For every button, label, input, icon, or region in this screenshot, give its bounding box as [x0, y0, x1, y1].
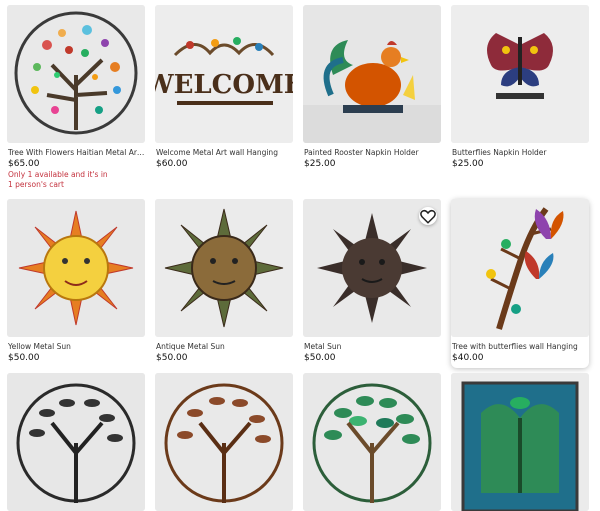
listing-card[interactable] — [7, 373, 145, 511]
listing-grid: Tree With Flowers Haitian Metal Art Wa..… — [0, 0, 600, 511]
listing-image-antique-sun[interactable] — [155, 199, 293, 337]
listing-price: $60.00 — [156, 159, 188, 169]
listing-card[interactable]: Antique Metal Sun $50.00 — [155, 199, 293, 364]
listing-title[interactable]: Tree With Flowers Haitian Metal Art Wa..… — [7, 148, 145, 158]
listing-price: $50.00 — [8, 353, 40, 363]
listing-card[interactable]: Yellow Metal Sun $50.00 — [7, 199, 145, 364]
listing-image-bronze-tree[interactable] — [155, 373, 293, 511]
listing-title[interactable]: Painted Rooster Napkin Holder — [303, 148, 441, 158]
listing-image-dark-sun[interactable] — [303, 199, 441, 337]
welcome-sign-lettering: WELCOME — [155, 70, 293, 100]
listing-image-rooster[interactable] — [303, 5, 441, 143]
listing-price: $65.00 — [8, 159, 40, 169]
listing-image-butterfly[interactable] — [451, 5, 589, 143]
listing-title[interactable]: Metal Sun — [303, 342, 441, 352]
listing-price: $25.00 — [452, 159, 484, 169]
listing-card[interactable]: WELCOME Welcome Metal Art wall Hanging $… — [155, 5, 293, 170]
listing-title[interactable]: Antique Metal Sun — [155, 342, 293, 352]
listing-card-highlighted[interactable]: Tree with butterflies wall Hanging $40.0… — [451, 199, 589, 368]
stock-note-line2: 1 person's cart — [8, 180, 64, 189]
listing-title[interactable]: Welcome Metal Art wall Hanging — [155, 148, 293, 158]
stock-note-line1: Only 1 available and it's in — [8, 170, 108, 179]
listing-image-blue-panel[interactable] — [451, 373, 589, 511]
listing-image-yellow-sun[interactable] — [7, 199, 145, 337]
listing-image-green-tree[interactable] — [303, 373, 441, 511]
listing-title[interactable]: Tree with butterflies wall Hanging — [451, 342, 589, 352]
listing-card[interactable] — [155, 373, 293, 511]
listing-price: $50.00 — [304, 353, 336, 363]
listing-price: $25.00 — [304, 159, 336, 169]
favorite-button[interactable] — [419, 207, 437, 225]
listing-card[interactable]: Tree With Flowers Haitian Metal Art Wa..… — [7, 5, 145, 190]
listing-card[interactable]: Metal Sun $50.00 — [303, 199, 441, 364]
listing-card[interactable]: Painted Rooster Napkin Holder $25.00 — [303, 5, 441, 170]
heart-icon — [420, 209, 436, 224]
listing-title[interactable]: Yellow Metal Sun — [7, 342, 145, 352]
listing-image-dark-tree[interactable] — [7, 373, 145, 511]
listing-title[interactable]: Butterflies Napkin Holder — [451, 148, 589, 158]
listing-card[interactable] — [303, 373, 441, 511]
listing-price: $50.00 — [156, 353, 188, 363]
listing-image-welcome-sign[interactable]: WELCOME — [155, 5, 293, 143]
listing-image-butterfly-tree[interactable] — [451, 199, 589, 337]
listing-image-tree-with-flowers[interactable] — [7, 5, 145, 143]
listing-card[interactable]: Butterflies Napkin Holder $25.00 — [451, 5, 589, 170]
listing-card[interactable] — [451, 373, 589, 511]
listing-price: $40.00 — [452, 353, 484, 363]
